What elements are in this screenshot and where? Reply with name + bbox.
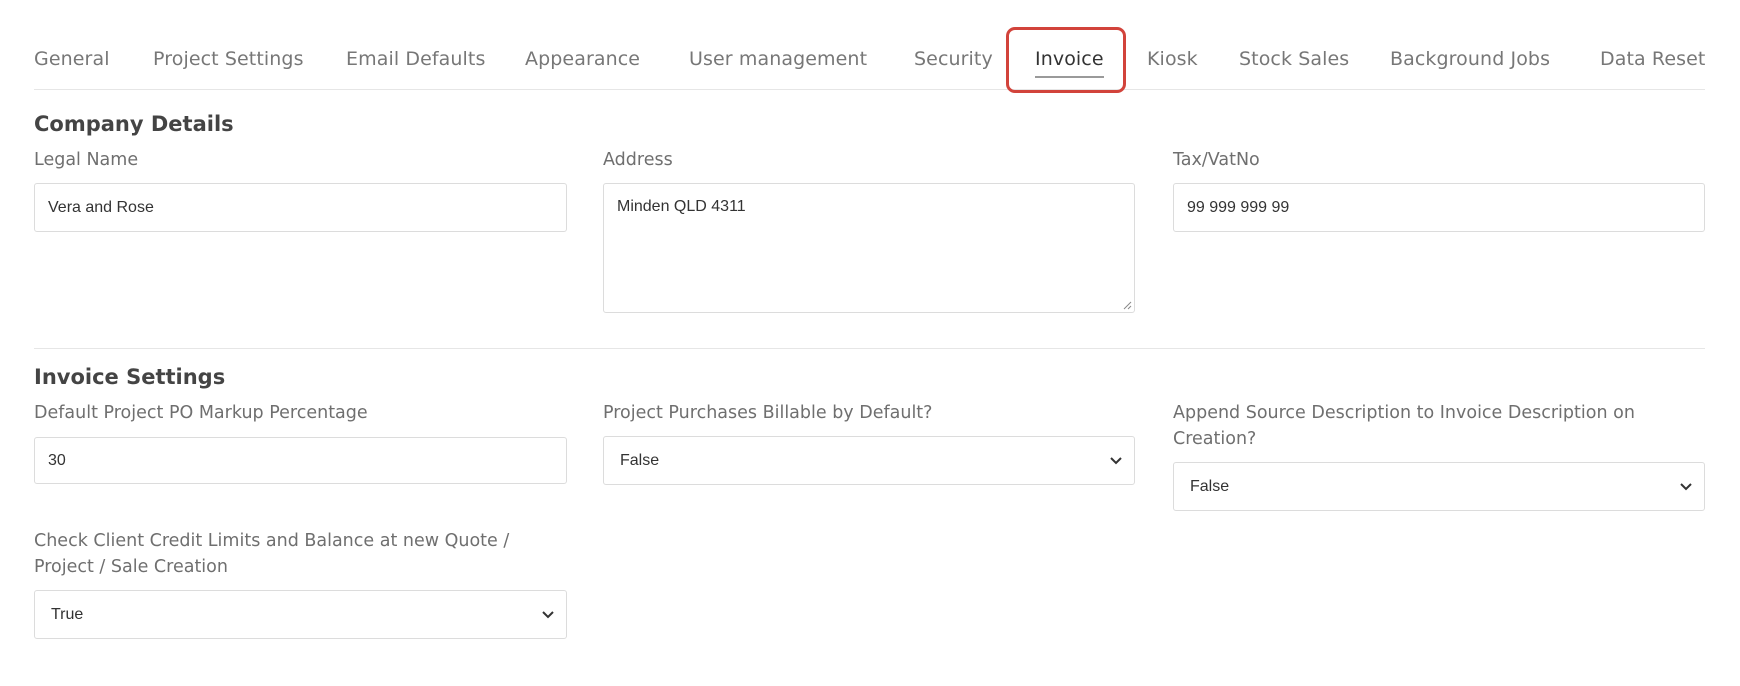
billable-select[interactable]: False [603,436,1135,485]
active-tab-highlight [1006,27,1126,93]
legal-name-value: Vera and Rose [48,198,154,216]
company-details-heading: Company Details [34,112,234,136]
tab-user-management[interactable]: User management [689,46,867,72]
tab-kiosk[interactable]: Kiosk [1147,46,1198,72]
tax-value: 99 999 999 99 [1187,198,1290,216]
markup-value: 30 [48,451,66,469]
chevron-down-icon [542,610,554,618]
invoice-settings-heading: Invoice Settings [34,365,226,389]
address-label: Address [603,150,673,170]
address-textarea[interactable]: Minden QLD 4311 [603,183,1135,313]
markup-label: Default Project PO Markup Percentage [34,403,368,423]
billable-label: Project Purchases Billable by Default? [603,403,933,423]
tab-project-settings[interactable]: Project Settings [153,46,304,72]
append-source-select[interactable]: False [1173,462,1705,511]
credit-check-value: True [51,605,84,623]
tab-stock-sales[interactable]: Stock Sales [1239,46,1349,72]
tab-data-reset[interactable]: Data Reset [1600,46,1705,72]
chevron-down-icon [1110,456,1122,464]
legal-name-label: Legal Name [34,150,139,170]
legal-name-input[interactable]: Vera and Rose [34,183,567,232]
append-source-label: Append Source Description to Invoice Des… [1173,403,1635,449]
tax-label: Tax/VatNo [1173,150,1260,170]
tab-background-jobs[interactable]: Background Jobs [1390,46,1550,72]
billable-value: False [620,451,660,469]
credit-check-label: Check Client Credit Limits and Balance a… [34,531,510,577]
tab-appearance[interactable]: Appearance [525,46,640,72]
tab-general[interactable]: General [34,46,110,72]
credit-check-select[interactable]: True [34,590,567,639]
markup-percentage-input[interactable]: 30 [34,437,567,484]
address-value: Minden QLD 4311 [617,198,746,215]
settings-tab-bar [34,0,1705,90]
tab-security[interactable]: Security [914,46,993,72]
tab-email-defaults[interactable]: Email Defaults [346,46,485,72]
tax-input[interactable]: 99 999 999 99 [1173,183,1705,232]
resize-handle-icon[interactable] [1122,300,1132,310]
section-divider [34,348,1705,349]
append-source-value: False [1190,477,1230,495]
chevron-down-icon [1680,482,1692,490]
